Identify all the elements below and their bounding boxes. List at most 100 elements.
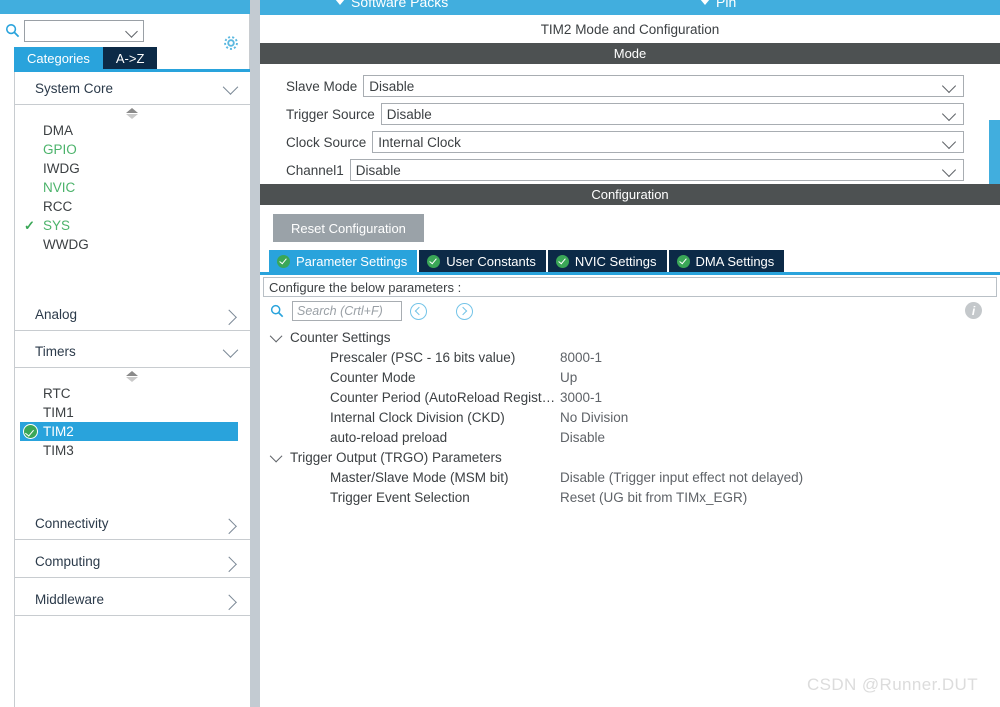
tab-label: NVIC Settings xyxy=(574,253,657,269)
param-name: Master/Slave Mode (MSM bit) xyxy=(330,469,509,485)
chevron-down-icon xyxy=(335,0,345,5)
sidebar-group-label: Computing xyxy=(35,553,101,569)
param-name: Prescaler (PSC - 16 bits value) xyxy=(330,349,516,365)
sidebar-items-system-core: DMA GPIO IWDG NVIC RCC ✓ SYS WWDG xyxy=(15,121,250,254)
sidebar-tab-label: A->Z xyxy=(115,50,145,66)
mode-row-clock-source: Clock Source Internal Clock xyxy=(260,128,1000,156)
mode-row-trigger-source: Trigger Source Disable xyxy=(260,100,1000,128)
sidebar-tab-categories[interactable]: Categories xyxy=(14,47,103,69)
sidebar-item-tim1[interactable]: TIM1 xyxy=(15,403,250,422)
chevron-down-icon xyxy=(222,341,239,358)
sidebar-scroll-nub[interactable] xyxy=(15,105,250,121)
sidebar-group-system-core[interactable]: System Core xyxy=(15,72,250,105)
sidebar-item-label: IWDG xyxy=(43,161,80,176)
sidebar-item-label: RTC xyxy=(43,386,71,401)
sidebar-item-tim2[interactable]: TIM2 xyxy=(20,422,238,441)
sidebar-group-middleware[interactable]: Middleware xyxy=(15,583,250,616)
param-row-trigger-event-selection[interactable]: Trigger Event Selection Reset (UG bit fr… xyxy=(260,487,1000,507)
param-value: 8000-1 xyxy=(560,349,603,365)
sidebar-item-gpio[interactable]: GPIO xyxy=(15,140,250,159)
top-menu-bar: Software Packs Pin xyxy=(260,0,1000,15)
param-row-master-slave-mode[interactable]: Master/Slave Mode (MSM bit) Disable (Tri… xyxy=(260,467,1000,487)
menu-item-label: Pin xyxy=(716,0,737,10)
sidebar-group-computing[interactable]: Computing xyxy=(15,545,250,578)
chevron-down-icon xyxy=(941,134,957,150)
cubemx-window: Software Packs Pin Categories A->Z Syste… xyxy=(0,0,1000,707)
sidebar-item-label: TIM2 xyxy=(43,424,74,439)
sidebar-group-connectivity[interactable]: Connectivity xyxy=(15,507,250,540)
configuration-section-header: Configuration xyxy=(260,184,1000,205)
parameter-search-input[interactable] xyxy=(292,301,402,321)
menu-item-pinout[interactable]: Pin xyxy=(700,0,736,10)
sidebar-group-analog[interactable]: Analog xyxy=(15,298,250,331)
param-group-counter-settings[interactable]: Counter Settings xyxy=(260,327,1000,347)
mode-row-channel1: Channel1 Disable xyxy=(260,156,1000,184)
check-circle-icon xyxy=(23,424,38,439)
sidebar-item-nvic[interactable]: NVIC xyxy=(15,178,250,197)
sidebar-item-sys[interactable]: ✓ SYS xyxy=(15,216,250,235)
chevron-left-circle-icon[interactable] xyxy=(410,302,427,320)
check-circle-icon xyxy=(676,254,690,268)
tab-dma-settings[interactable]: DMA Settings xyxy=(668,250,785,272)
param-group-trigger-output[interactable]: Trigger Output (TRGO) Parameters xyxy=(260,447,1000,467)
chevron-down-icon xyxy=(700,0,710,5)
clock-source-select[interactable]: Internal Clock xyxy=(372,131,964,153)
watermark: CSDN @Runner.DUT xyxy=(806,675,978,694)
param-value: Up xyxy=(560,369,578,385)
configuration-tabs: Parameter Settings User Constants NVIC S… xyxy=(260,250,1000,272)
param-row-counter-period[interactable]: Counter Period (AutoReload Register - 16… xyxy=(260,387,1000,407)
param-row-counter-mode[interactable]: Counter Mode Up xyxy=(260,367,1000,387)
param-value: Reset (UG bit from TIMx_EGR) xyxy=(560,489,748,505)
sidebar-item-wwdg[interactable]: WWDG xyxy=(15,235,250,254)
sidebar-item-rcc[interactable]: RCC xyxy=(15,197,250,216)
mode-label: Trigger Source xyxy=(286,106,375,122)
slave-mode-select[interactable]: Disable xyxy=(363,75,964,97)
sidebar-search-combo[interactable] xyxy=(24,19,144,42)
trigger-source-select[interactable]: Disable xyxy=(380,103,964,125)
tab-label: Parameter Settings xyxy=(296,253,408,269)
mode-label: Slave Mode xyxy=(286,78,358,94)
sidebar-group-timers[interactable]: Timers xyxy=(15,335,250,368)
sidebar-items-timers: RTC TIM1 TIM2 TIM3 xyxy=(15,384,250,460)
sidebar-tree: System Core DMA GPIO IWDG NVIC RCC ✓ SYS… xyxy=(14,72,250,707)
sidebar-item-label: SYS xyxy=(43,218,71,233)
menu-item-software-packs[interactable]: Software Packs xyxy=(335,0,448,10)
tab-user-constants[interactable]: User Constants xyxy=(419,250,546,272)
param-group-label: Trigger Output (TRGO) Parameters xyxy=(290,449,502,465)
param-row-auto-reload-preload[interactable]: auto-reload preload Disable xyxy=(260,427,1000,447)
sidebar-item-tim3[interactable]: TIM3 xyxy=(15,441,250,460)
sidebar-item-label: NVIC xyxy=(43,180,76,195)
tab-nvic-settings[interactable]: NVIC Settings xyxy=(547,250,667,272)
param-value: Disable (Trigger input effect not delaye… xyxy=(560,469,804,485)
param-row-prescaler[interactable]: Prescaler (PSC - 16 bits value) 8000-1 xyxy=(260,347,1000,367)
tab-label: DMA Settings xyxy=(695,253,775,269)
chevron-down-icon xyxy=(222,78,239,95)
mode-label: Channel1 xyxy=(286,162,344,178)
channel1-select[interactable]: Disable xyxy=(349,159,964,181)
sidebar-search-row xyxy=(0,14,250,50)
sidebar-tab-a-to-z[interactable]: A->Z xyxy=(102,47,158,69)
info-icon[interactable]: i xyxy=(965,302,982,319)
mode-section-header: Mode xyxy=(260,43,1000,64)
param-name: Counter Period (AutoReload Register - 16… xyxy=(330,389,560,405)
check-circle-icon xyxy=(277,254,290,268)
mode-scrollbar-thumb[interactable] xyxy=(989,120,1000,184)
param-name: Counter Mode xyxy=(330,369,416,385)
chevron-right-circle-icon[interactable] xyxy=(456,302,473,320)
param-name: auto-reload preload xyxy=(330,429,448,445)
param-row-internal-clock-division[interactable]: Internal Clock Division (CKD) No Divisio… xyxy=(260,407,1000,427)
sidebar-scroll-nub[interactable] xyxy=(15,368,250,384)
sidebar-group-label: System Core xyxy=(35,80,114,96)
tab-parameter-settings[interactable]: Parameter Settings xyxy=(269,250,418,272)
sidebar: Categories A->Z System Core DMA GPIO IWD… xyxy=(0,0,250,707)
parameter-search-row: i xyxy=(260,297,1000,325)
param-value: No Division xyxy=(560,409,629,425)
sidebar-item-rtc[interactable]: RTC xyxy=(15,384,250,403)
param-group-label: Counter Settings xyxy=(290,329,391,345)
sidebar-item-iwdg[interactable]: IWDG xyxy=(15,159,250,178)
chevron-down-icon xyxy=(269,329,283,342)
sidebar-item-label: TIM3 xyxy=(43,443,74,458)
reset-configuration-button[interactable]: Reset Configuration xyxy=(273,214,424,242)
check-icon: ✓ xyxy=(24,218,35,233)
sidebar-item-dma[interactable]: DMA xyxy=(15,121,250,140)
